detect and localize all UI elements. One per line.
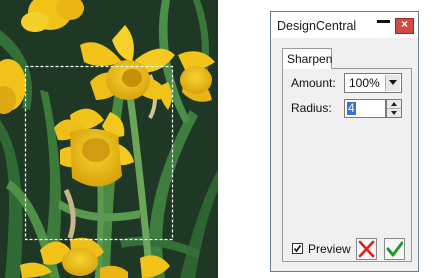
daffodil-photo [0,0,218,278]
preview-checkbox[interactable] [292,243,303,254]
radius-value: 4 [347,101,356,115]
radius-stepper[interactable] [386,99,402,118]
close-button[interactable]: × [395,17,414,34]
title-bar[interactable]: DesignCentral × [271,12,418,38]
sharpen-panel [282,68,412,262]
amount-select[interactable]: 100% [344,73,402,93]
radius-input[interactable]: 4 [344,99,386,118]
minimize-button[interactable] [374,18,393,34]
tab-sharpen-label: Sharpen [287,52,333,66]
design-central-dialog: DesignCentral × Sharpen Amount: 100% Rad… [270,11,419,272]
red-x-icon [358,240,375,258]
dialog-title: DesignCentral [277,19,357,33]
radius-label: Radius: [291,101,332,115]
spin-up-icon[interactable] [387,100,401,109]
spin-down-icon[interactable] [387,109,401,117]
amount-label: Amount: [291,76,336,90]
tab-sharpen[interactable]: Sharpen [282,48,332,69]
green-check-icon [386,241,403,257]
cancel-button[interactable] [356,238,377,260]
checkmark-icon [293,245,302,253]
preview-label: Preview [308,242,351,256]
chevron-down-icon[interactable] [385,75,400,91]
close-icon: × [400,17,408,31]
ok-button[interactable] [384,238,405,260]
amount-value: 100% [349,76,380,90]
minimize-icon [377,20,390,23]
